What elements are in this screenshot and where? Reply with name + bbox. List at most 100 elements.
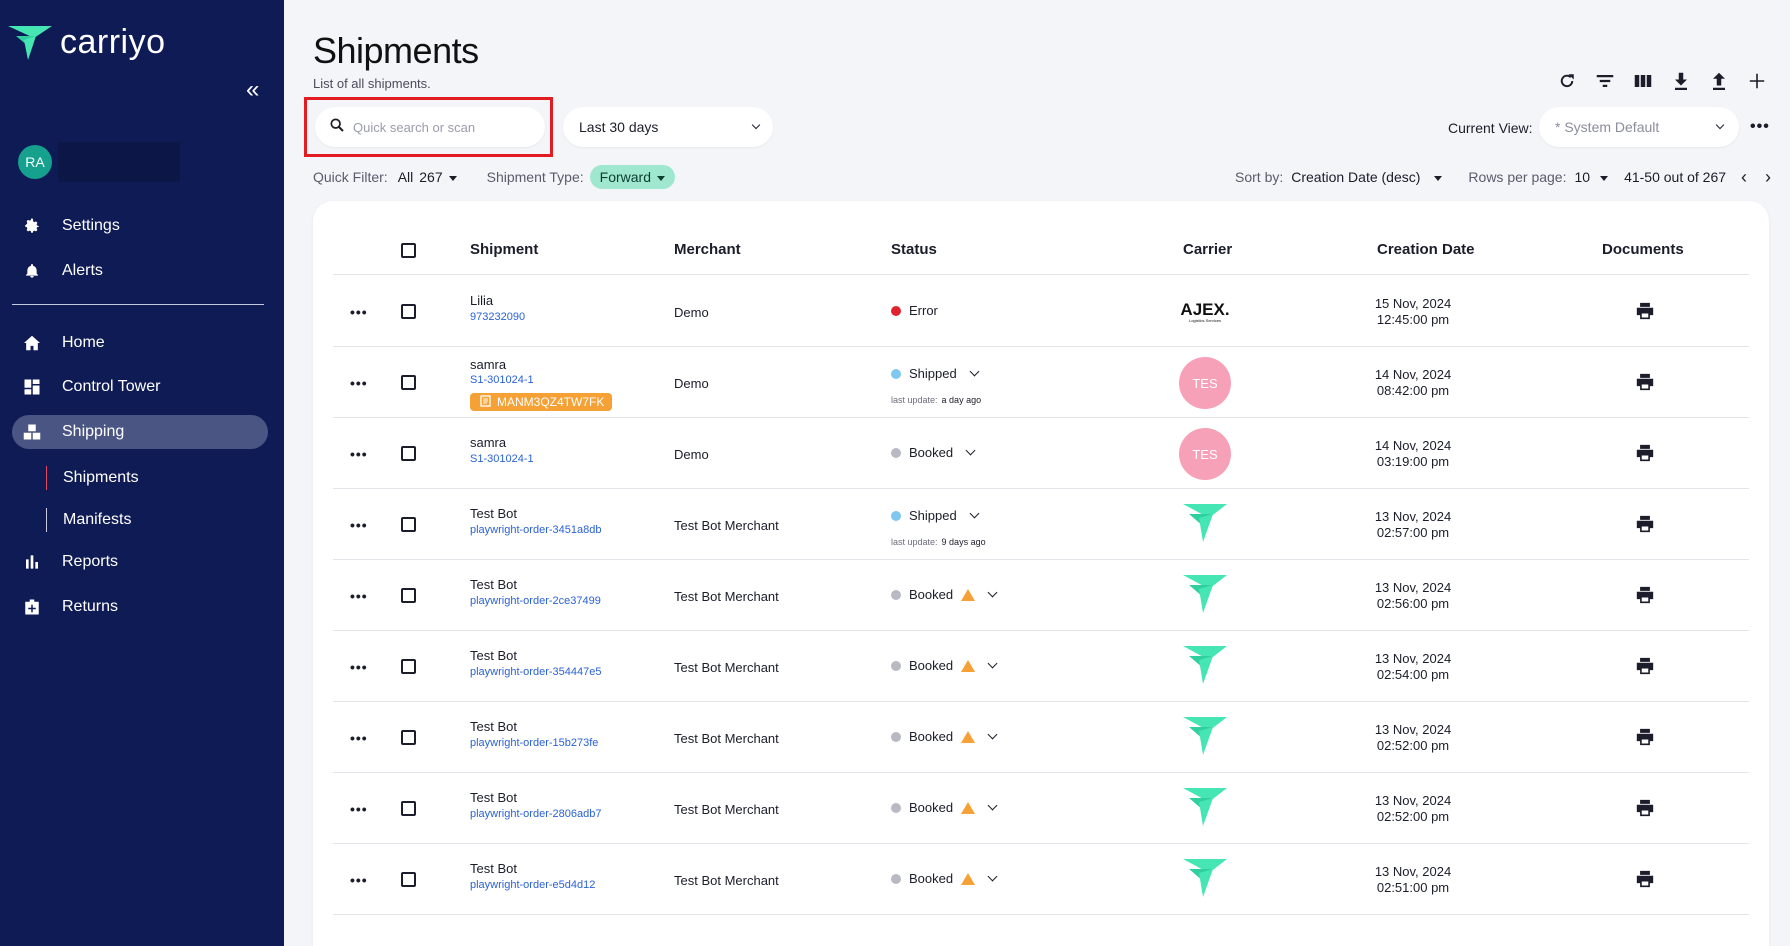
carriyo-carrier-icon	[1181, 786, 1229, 833]
sidebar-item-returns[interactable]: Returns	[12, 590, 268, 624]
upload-icon[interactable]	[1710, 72, 1728, 90]
brand-logo[interactable]: carriyo	[6, 22, 166, 62]
shipment-reference-link[interactable]: playwright-order-3451a8db	[470, 524, 601, 536]
filter-icon[interactable]	[1596, 72, 1614, 90]
row-checkbox[interactable]	[401, 659, 416, 674]
current-view-select[interactable]: * System Default	[1539, 107, 1739, 147]
row-actions-icon[interactable]: •••	[350, 872, 368, 888]
add-icon[interactable]	[1748, 72, 1766, 90]
status-cell[interactable]: Shipped	[891, 508, 980, 523]
refresh-icon[interactable]	[1558, 72, 1576, 90]
search-box[interactable]	[315, 107, 545, 147]
printer-icon[interactable]	[1635, 657, 1655, 677]
columns-icon[interactable]	[1634, 72, 1652, 90]
printer-icon[interactable]	[1635, 586, 1655, 606]
shipment-reference-link[interactable]: playwright-order-2ce37499	[470, 595, 601, 607]
row-checkbox[interactable]	[401, 304, 416, 319]
sidebar-item-home[interactable]: Home	[12, 326, 268, 360]
select-all-checkbox[interactable]	[401, 243, 416, 258]
shipment-reference-link[interactable]: S1-301024-1	[470, 453, 534, 465]
row-checkbox[interactable]	[401, 801, 416, 816]
chevron-down-icon[interactable]	[987, 800, 998, 811]
printer-icon[interactable]	[1635, 444, 1655, 464]
shipment-reference-link[interactable]: S1-301024-1	[470, 374, 534, 386]
column-header-creation-date[interactable]: Creation Date	[1377, 241, 1475, 258]
row-actions-icon[interactable]: •••	[350, 801, 368, 817]
column-header-status[interactable]: Status	[891, 241, 937, 258]
chevron-down-icon[interactable]	[965, 445, 976, 456]
status-cell[interactable]: Booked	[891, 658, 998, 673]
status-cell[interactable]: Shipped	[891, 366, 980, 381]
shipment-reference-link[interactable]: playwright-order-2806adb7	[470, 808, 601, 820]
shipment-type-select[interactable]: Forward	[589, 165, 675, 189]
column-header-documents[interactable]: Documents	[1602, 241, 1684, 258]
status-cell[interactable]: Booked	[891, 445, 976, 460]
chevron-down-icon[interactable]	[987, 587, 998, 598]
status-cell[interactable]: Booked	[891, 871, 998, 886]
status-label: Booked	[909, 445, 954, 460]
sidebar-item-settings[interactable]: Settings	[12, 209, 268, 243]
sidebar-subitem-manifests[interactable]: Manifests	[46, 508, 131, 532]
table-row: ••• Test Bot playwright-order-15b273fe Test…	[333, 702, 1749, 773]
status-cell[interactable]: Booked	[891, 587, 998, 602]
row-checkbox[interactable]	[401, 730, 416, 745]
row-checkbox[interactable]	[401, 517, 416, 532]
row-actions-icon[interactable]: •••	[350, 659, 368, 675]
user-profile[interactable]: RA	[18, 142, 180, 182]
status-cell[interactable]: Error	[891, 303, 938, 318]
row-checkbox[interactable]	[401, 446, 416, 461]
carrier-logo	[1179, 641, 1231, 693]
collapse-sidebar-icon[interactable]: «	[246, 78, 270, 104]
carrier-logo: TES	[1179, 357, 1231, 409]
next-page-icon[interactable]: ›	[1758, 167, 1778, 187]
download-icon[interactable]	[1672, 72, 1690, 90]
chevron-down-icon[interactable]	[987, 871, 998, 882]
shipment-reference-link[interactable]: 973232090	[470, 311, 525, 323]
printer-icon[interactable]	[1635, 799, 1655, 819]
shipment-reference-link[interactable]: playwright-order-15b273fe	[470, 737, 598, 749]
shipment-reference-link[interactable]: playwright-order-e5d4d12	[470, 879, 595, 891]
printer-icon[interactable]	[1635, 728, 1655, 748]
more-options-icon[interactable]: •••	[1750, 118, 1770, 136]
manifest-tag[interactable]: MANM3QZ4TW7FK	[470, 393, 613, 411]
printer-icon[interactable]	[1635, 515, 1655, 535]
row-actions-icon[interactable]: •••	[350, 517, 368, 533]
row-actions-icon[interactable]: •••	[350, 730, 368, 746]
sidebar-item-control-tower[interactable]: Control Tower	[12, 370, 268, 404]
chevron-down-icon[interactable]	[969, 366, 980, 377]
chevron-down-icon[interactable]	[969, 508, 980, 519]
printer-icon[interactable]	[1635, 870, 1655, 890]
row-actions-icon[interactable]: •••	[350, 304, 368, 320]
date-range-select[interactable]: Last 30 days	[563, 107, 773, 147]
shipment-customer-name: samra	[470, 357, 507, 372]
search-input[interactable]	[353, 119, 533, 135]
prev-page-icon[interactable]: ‹	[1734, 167, 1754, 187]
row-actions-icon[interactable]: •••	[350, 588, 368, 604]
creation-date-day: 13 Nov, 2024	[1374, 722, 1452, 737]
shipment-customer-name: Test Bot	[470, 648, 517, 663]
chevron-down-icon[interactable]	[987, 658, 998, 669]
status-cell[interactable]: Booked	[891, 800, 998, 815]
status-cell[interactable]: Booked	[891, 729, 998, 744]
column-header-shipment[interactable]: Shipment	[470, 241, 538, 258]
row-checkbox[interactable]	[401, 872, 416, 887]
row-actions-icon[interactable]: •••	[350, 375, 368, 391]
sort-select[interactable]: Creation Date (desc)	[1291, 169, 1443, 185]
sidebar-item-alerts[interactable]: Alerts	[12, 254, 268, 288]
sidebar-item-shipping[interactable]: Shipping	[12, 415, 268, 449]
creation-date: 13 Nov, 2024 02:51:00 pm	[1333, 864, 1493, 896]
printer-icon[interactable]	[1635, 373, 1655, 393]
sidebar-subitem-shipments[interactable]: Shipments	[46, 466, 139, 490]
row-actions-icon[interactable]: •••	[350, 446, 368, 462]
row-checkbox[interactable]	[401, 588, 416, 603]
column-header-merchant[interactable]: Merchant	[674, 241, 741, 258]
dashboard-icon	[22, 377, 42, 397]
column-header-carrier[interactable]: Carrier	[1183, 241, 1232, 258]
sidebar-item-reports[interactable]: Reports	[12, 545, 268, 579]
printer-icon[interactable]	[1635, 302, 1655, 322]
chevron-down-icon[interactable]	[987, 729, 998, 740]
quick-filter-select[interactable]: All 267	[398, 169, 457, 185]
rows-per-page-select[interactable]: 10	[1574, 169, 1609, 185]
row-checkbox[interactable]	[401, 375, 416, 390]
shipment-reference-link[interactable]: playwright-order-354447e5	[470, 666, 601, 678]
